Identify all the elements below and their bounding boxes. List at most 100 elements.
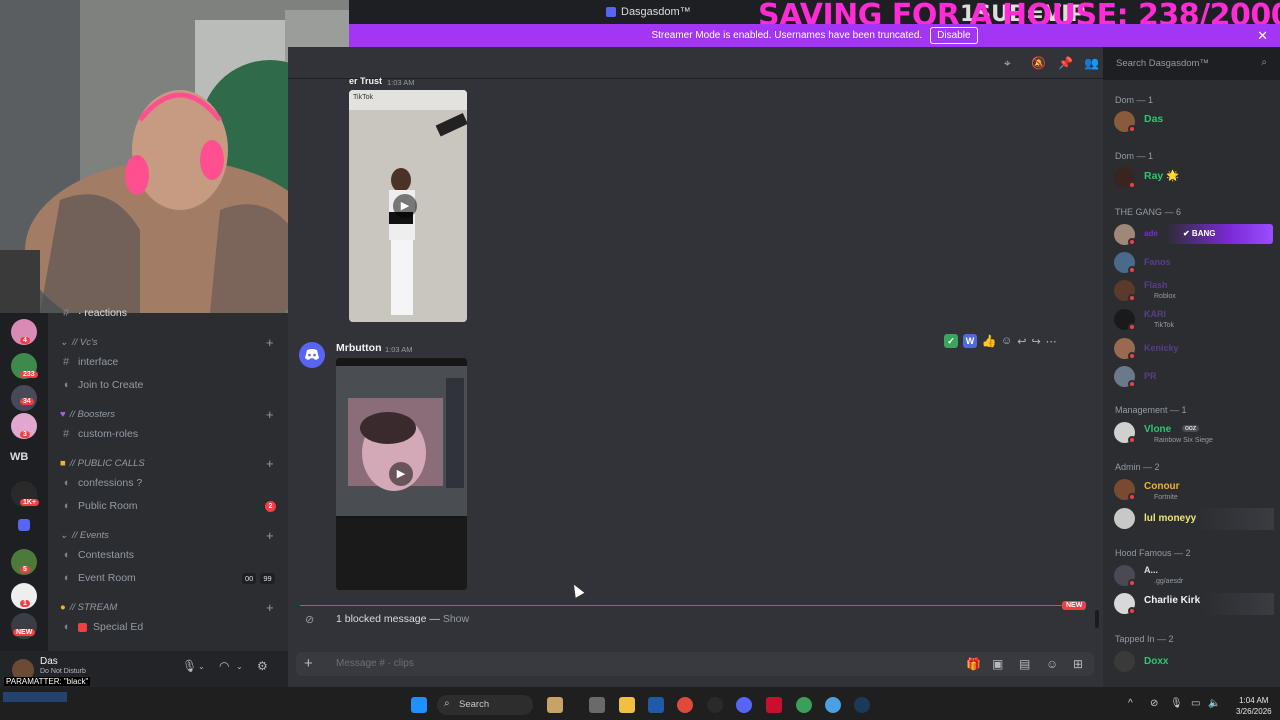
apps-icon[interactable]: ⊞ <box>1073 657 1083 671</box>
message-author[interactable]: Mrbutton <box>336 342 381 354</box>
video-embed[interactable]: ▶ <box>336 358 467 590</box>
member-item[interactable]: ade <box>1114 224 1274 246</box>
member-item[interactable]: KARI TikTok <box>1114 309 1274 331</box>
member-item[interactable]: Fanos <box>1114 252 1274 274</box>
member-item[interactable]: lul moneyy <box>1114 508 1274 530</box>
category-boosters[interactable]: ♥ // Boosters + <box>60 407 274 422</box>
file-explorer-icon[interactable] <box>619 697 635 713</box>
status-dot <box>1128 436 1136 444</box>
forward-icon[interactable]: ↪ <box>1031 335 1040 348</box>
avatar[interactable] <box>299 342 325 368</box>
reply-icon[interactable]: ↩ <box>1017 335 1026 348</box>
network-icon[interactable]: ⊘ <box>1150 698 1158 709</box>
gif-icon[interactable]: ▣ <box>992 657 1003 671</box>
taskbar-search[interactable]: ⌕ Search <box>437 695 533 715</box>
member-item[interactable]: Doxx <box>1114 651 1274 673</box>
threads-icon[interactable]: ⌖ <box>1004 56 1011 71</box>
chrome-icon[interactable] <box>796 697 812 713</box>
channel-contestants[interactable]: ◖ Contestants <box>60 549 134 561</box>
gear-icon[interactable]: ⚙ <box>257 659 268 673</box>
disable-button[interactable]: Disable <box>930 27 978 44</box>
member-item[interactable]: Vlone ooz Rainbow Six Siege <box>1114 422 1274 444</box>
headphones-icon[interactable]: ◠ <box>219 659 229 673</box>
channel-custom-roles[interactable]: # custom-roles <box>60 428 138 440</box>
message-actions: ✓ W 👍 ☺ ↩ ↪ ⋯ <box>944 332 1057 350</box>
server-badge: 3 <box>20 431 30 438</box>
windows-start-icon[interactable] <box>411 697 427 713</box>
chevron-down-icon[interactable]: ⌄ <box>198 662 205 671</box>
monitor-icon[interactable]: ▭ <box>1191 698 1200 709</box>
app-icon[interactable] <box>547 697 563 713</box>
chevron-down-icon[interactable]: ⌄ <box>236 662 243 671</box>
add-channel-icon[interactable]: + <box>266 456 274 471</box>
search-input[interactable]: Search Dasgasdom™ ⌕ <box>1110 55 1272 73</box>
store-icon[interactable] <box>648 697 664 713</box>
blocked-icon: ⊘ <box>305 614 315 626</box>
adobe-icon[interactable] <box>766 697 782 713</box>
mic-icon[interactable]: 🎙 <box>1170 698 1183 709</box>
category-vcs[interactable]: ⌄ // Vc's + <box>60 335 274 350</box>
member-list-icon[interactable]: 👥 <box>1084 56 1099 70</box>
member-group-title: Tapped In — 2 <box>1115 634 1174 644</box>
member-item[interactable]: Das <box>1114 111 1274 133</box>
channel-join-to-create[interactable]: ◖ Join to Create <box>60 379 144 391</box>
member-item[interactable]: Charlie Kirk <box>1114 593 1274 615</box>
task-view-icon[interactable] <box>589 697 605 713</box>
check-emoji-icon[interactable]: ✓ <box>944 334 958 348</box>
member-name: Ray 🌟 <box>1144 170 1180 182</box>
message-composer[interactable]: + Message # · clips 🎁 ▣ ▤ ☺ ⊞ <box>296 652 1094 676</box>
category-public-calls[interactable]: ■ // PUBLIC CALLS + <box>60 456 274 471</box>
message-author[interactable]: er Trust <box>349 76 382 86</box>
add-channel-icon[interactable]: + <box>266 600 274 615</box>
server-wb[interactable]: WB <box>10 451 28 463</box>
chrome-icon[interactable] <box>677 697 693 713</box>
gift-icon[interactable]: 🎁 <box>966 657 981 671</box>
message-input[interactable]: Message # · clips <box>336 658 414 669</box>
volume-icon[interactable]: 🔈 <box>1208 698 1220 709</box>
sticker-icon[interactable]: ▤ <box>1019 657 1030 671</box>
notification-bell-icon[interactable]: 🔕 <box>1031 56 1046 70</box>
speaker-icon: ◖ <box>62 477 70 489</box>
chrome-icon[interactable] <box>825 697 841 713</box>
member-item[interactable]: Conour Fortnite <box>1114 479 1274 501</box>
system-clock[interactable]: 1:04 AM 3/26/2026 <box>1236 695 1272 717</box>
obs-icon[interactable] <box>707 697 723 713</box>
play-icon[interactable]: ▶ <box>393 194 417 218</box>
video-embed[interactable]: TikTok ▶ <box>349 90 467 322</box>
scrollbar[interactable] <box>1095 610 1099 628</box>
member-item[interactable]: A... .gg/aesdr <box>1114 565 1274 587</box>
discord-icon[interactable] <box>736 697 752 713</box>
add-channel-icon[interactable]: + <box>266 407 274 422</box>
member-item[interactable]: Kenicky <box>1114 338 1274 360</box>
category-label: // Events <box>71 530 109 541</box>
more-icon[interactable]: ⋯ <box>1046 335 1057 348</box>
thumbs-up-icon[interactable]: 👍 <box>982 334 997 348</box>
w-emoji-icon[interactable]: W <box>963 334 977 348</box>
show-blocked-link[interactable]: Show <box>443 613 469 625</box>
add-channel-icon[interactable]: + <box>266 528 274 543</box>
channel-special-ed[interactable]: ◖ Special Ed <box>60 621 144 633</box>
member-item[interactable]: Ray 🌟 <box>1114 167 1274 189</box>
chevron-up-icon[interactable]: ^ <box>1128 698 1133 709</box>
channel-public-room[interactable]: ◖ Public Room <box>60 500 138 512</box>
play-icon[interactable]: ▶ <box>389 462 413 486</box>
mic-icon[interactable]: 🎙 <box>182 659 197 673</box>
add-attachment-icon[interactable]: + <box>304 655 313 672</box>
close-icon[interactable]: ✕ <box>1257 28 1268 44</box>
add-channel-icon[interactable]: + <box>266 335 274 350</box>
add-reaction-icon[interactable]: ☺ <box>1001 335 1012 347</box>
channel-confessions[interactable]: ◖ confessions ? <box>60 477 143 489</box>
channel-event-room[interactable]: ◖ Event Room <box>60 572 136 584</box>
pin-icon[interactable]: 📌 <box>1058 56 1073 70</box>
folder-icon[interactable] <box>18 519 30 531</box>
category-events[interactable]: ⌄ // Events + <box>60 528 274 543</box>
category-stream[interactable]: ● // STREAM + <box>60 600 274 615</box>
member-item[interactable]: Flash Roblox <box>1114 280 1274 302</box>
member-name: Vlone <box>1144 424 1172 435</box>
channel-reactions[interactable]: # · reactions <box>60 307 127 319</box>
steam-icon[interactable] <box>854 697 870 713</box>
search-icon: ⌕ <box>444 698 450 709</box>
emoji-icon[interactable]: ☺ <box>1046 657 1058 671</box>
member-item[interactable]: PR <box>1114 366 1274 388</box>
channel-interface[interactable]: # interface <box>60 356 118 368</box>
